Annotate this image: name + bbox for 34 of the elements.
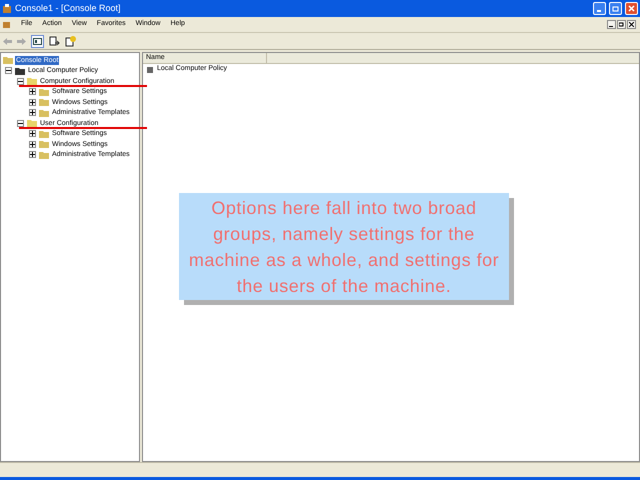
app-icon — [2, 4, 12, 14]
plus-icon — [30, 131, 35, 136]
plus-icon — [30, 110, 35, 116]
restore-icon — [612, 5, 619, 12]
expand-toggle[interactable] — [29, 140, 36, 148]
collapse-toggle[interactable] — [17, 120, 24, 127]
minus-icon — [18, 120, 23, 126]
policy-icon — [146, 66, 155, 74]
plus-icon — [30, 100, 35, 105]
callout-text: Options here fall into two broad groups, namely settings for the machine as a whole, and settings for the users of the machine. — [188, 196, 500, 298]
export-list-icon[interactable] — [49, 36, 60, 46]
expand-toggle[interactable] — [29, 130, 36, 138]
help-icon[interactable] — [65, 36, 76, 46]
plus-icon — [30, 152, 35, 158]
restore-icon — [619, 22, 624, 27]
minus-icon — [18, 78, 23, 84]
collapse-toggle[interactable] — [5, 67, 12, 74]
node-icon — [3, 56, 13, 64]
minus-icon — [6, 68, 11, 74]
window-title: Console1 - [Console Root] — [15, 2, 121, 15]
minimize-button[interactable] — [607, 20, 616, 29]
expand-toggle[interactable] — [29, 98, 36, 106]
plus-icon — [30, 89, 35, 94]
expand-toggle[interactable] — [29, 109, 36, 116]
collapse-toggle[interactable] — [17, 78, 24, 85]
show-tree-button[interactable] — [31, 34, 44, 48]
restore-button[interactable] — [617, 20, 626, 29]
close-icon — [629, 22, 634, 27]
close-icon — [628, 5, 635, 12]
expand-toggle[interactable] — [29, 151, 36, 158]
plus-icon — [30, 142, 35, 147]
close-button[interactable] — [627, 20, 636, 29]
console-icon — [2, 20, 11, 29]
expand-toggle[interactable] — [29, 88, 36, 96]
